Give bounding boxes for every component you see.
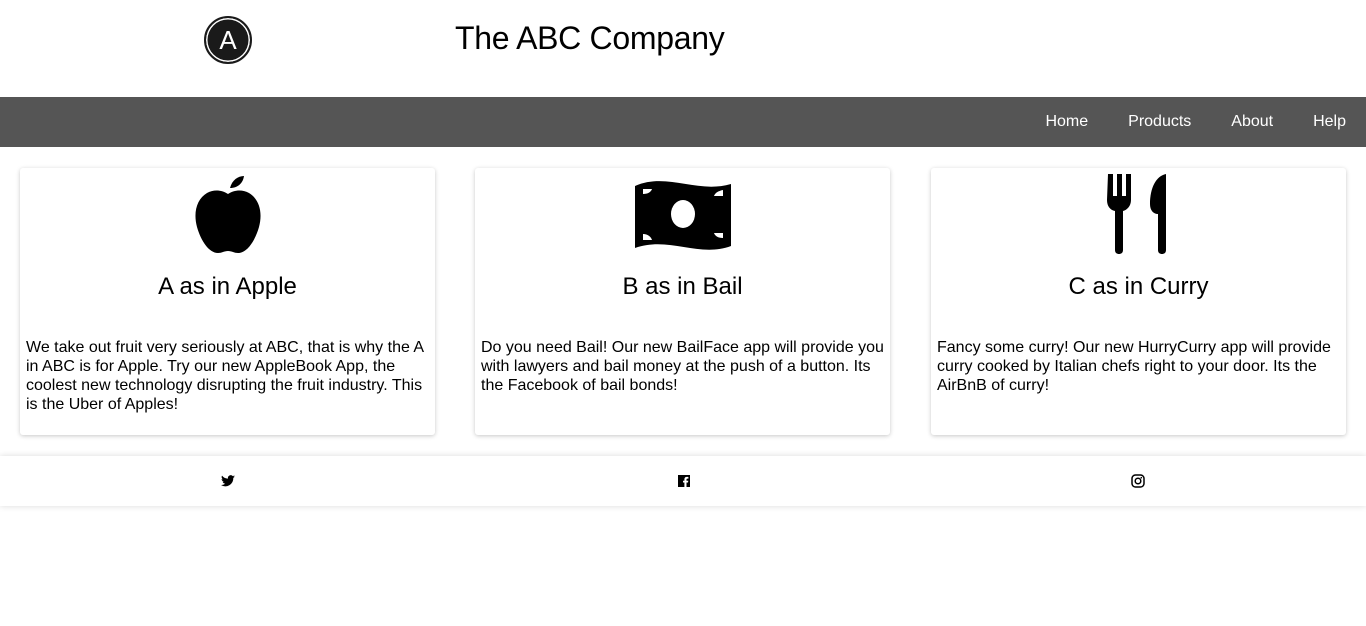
nav-products[interactable]: Products bbox=[1128, 113, 1191, 131]
nav-bar: Home Products About Help bbox=[0, 97, 1366, 147]
nav-about[interactable]: About bbox=[1231, 113, 1273, 131]
card-text: Do you need Bail! Our new BailFace app w… bbox=[481, 339, 884, 394]
money-bill-icon bbox=[634, 181, 731, 250]
logo-letter: A bbox=[219, 24, 237, 55]
page-title: The ABC Company bbox=[455, 20, 725, 56]
logo[interactable]: A bbox=[204, 16, 252, 64]
card-curry: C as in Curry Fancy some curry! Our new … bbox=[931, 168, 1346, 435]
twitter-icon[interactable] bbox=[220, 473, 236, 489]
footer bbox=[0, 456, 1366, 506]
card-text: Fancy some curry! Our new HurryCurry app… bbox=[937, 339, 1331, 394]
card-apple: A as in Apple We take out fruit very ser… bbox=[20, 168, 435, 435]
card-bail: B as in Bail Do you need Bail! Our new B… bbox=[475, 168, 890, 435]
apple-icon bbox=[194, 176, 261, 253]
facebook-icon[interactable] bbox=[676, 473, 692, 489]
card-title: A as in Apple bbox=[158, 273, 297, 300]
card-title: C as in Curry bbox=[1068, 273, 1209, 300]
nav-help[interactable]: Help bbox=[1313, 113, 1346, 131]
instagram-icon[interactable] bbox=[1130, 473, 1146, 489]
card-title: B as in Bail bbox=[622, 273, 743, 300]
nav-home[interactable]: Home bbox=[1045, 113, 1088, 131]
header: A The ABC Company bbox=[0, 0, 1366, 97]
utensils-icon bbox=[1106, 174, 1166, 254]
card-text: We take out fruit very seriously at ABC,… bbox=[26, 339, 424, 413]
